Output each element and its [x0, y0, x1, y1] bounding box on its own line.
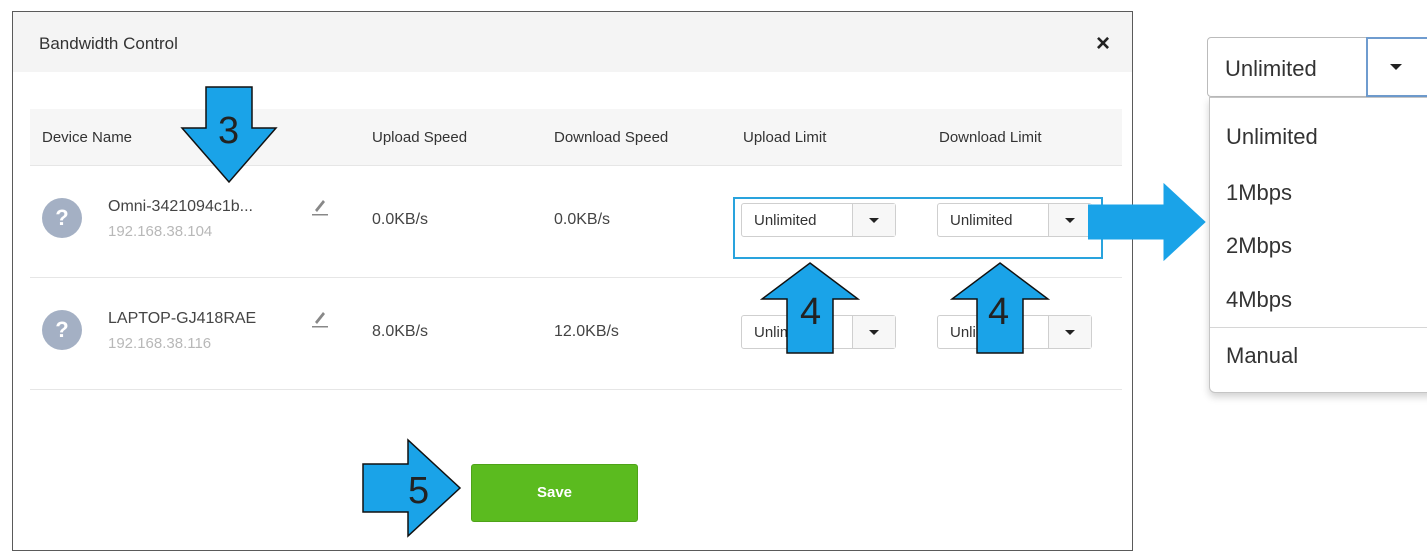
- modal-header: Bandwidth Control ×: [13, 12, 1132, 72]
- selected-value: Unlimited: [1225, 56, 1317, 81]
- option-2mbps[interactable]: 2Mbps: [1226, 233, 1292, 259]
- device-avatar: ?: [42, 310, 82, 350]
- option-1mbps[interactable]: 1Mbps: [1226, 180, 1292, 206]
- arrow-right-icon: [1088, 183, 1206, 261]
- device-ip: 192.168.38.104: [108, 223, 213, 240]
- step-4-label: 4: [800, 291, 822, 333]
- caret-down-icon: [869, 330, 879, 335]
- upload-speed: 8.0KB/s: [372, 323, 429, 340]
- header-upload-limit: Upload Limit: [743, 129, 827, 146]
- pencil-icon[interactable]: [312, 196, 328, 216]
- dropdown-toggle[interactable]: [1048, 316, 1091, 348]
- limit-selects-highlight: [733, 197, 1103, 259]
- option-manual[interactable]: Manual: [1226, 343, 1298, 369]
- device-ip: 192.168.38.116: [108, 335, 212, 352]
- download-speed: 0.0KB/s: [554, 211, 611, 228]
- limit-select-zoomed[interactable]: Unlimited: [1207, 37, 1427, 97]
- close-icon[interactable]: ×: [1096, 32, 1110, 56]
- menu-divider: [1210, 327, 1427, 328]
- pencil-icon[interactable]: [312, 308, 328, 328]
- limit-options-menu: Unlimited 1Mbps 2Mbps 4Mbps Manual: [1209, 97, 1427, 393]
- header-device-name: Device Name: [42, 129, 133, 146]
- step-3-label: 3: [218, 110, 240, 152]
- save-button[interactable]: Save: [471, 464, 638, 522]
- option-4mbps[interactable]: 4Mbps: [1226, 287, 1292, 313]
- step-5-label: 5: [408, 470, 430, 512]
- download-speed: 12.0KB/s: [554, 323, 619, 340]
- modal-title: Bandwidth Control: [39, 34, 178, 53]
- dropdown-toggle[interactable]: [1366, 37, 1427, 97]
- caret-down-icon: [1390, 64, 1402, 70]
- device-name: Omni-3421094c1b...: [108, 198, 253, 215]
- upload-speed: 0.0KB/s: [372, 211, 429, 228]
- device-avatar: ?: [42, 198, 82, 238]
- header-download-limit: Download Limit: [939, 129, 1042, 146]
- header-download-speed: Download Speed: [554, 129, 669, 146]
- caret-down-icon: [1065, 330, 1075, 335]
- step-4-label: 4: [988, 291, 1010, 333]
- device-name: LAPTOP-GJ418RAE: [108, 310, 257, 327]
- option-unlimited[interactable]: Unlimited: [1226, 124, 1318, 150]
- header-upload-speed: Upload Speed: [372, 129, 468, 146]
